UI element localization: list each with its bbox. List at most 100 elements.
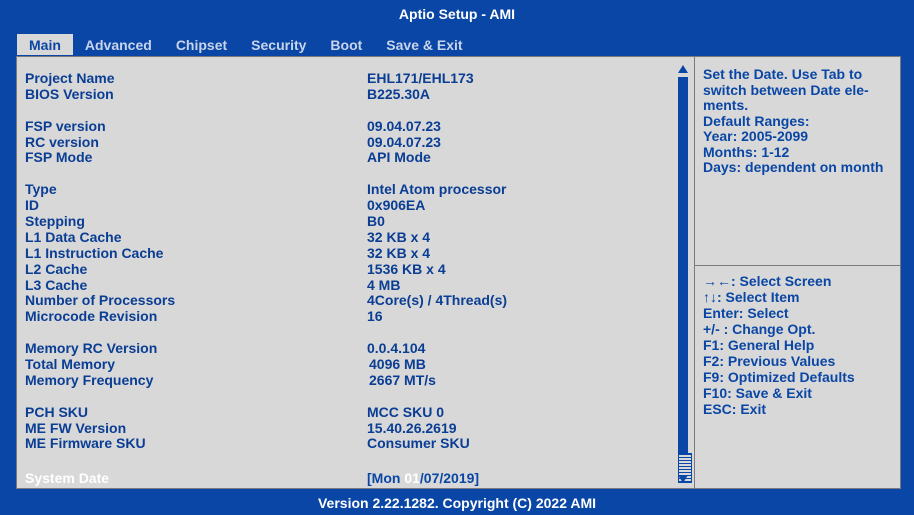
key-hint: F10: Save & Exit xyxy=(703,385,812,401)
info-row-project-name: Project Name EHL171/EHL173 xyxy=(25,71,675,87)
key-hint: F2: Previous Values xyxy=(703,353,836,369)
info-row-memory-rc-version: Memory RC Version 0.0.4.104 xyxy=(25,341,675,357)
scroll-up-arrow-icon[interactable] xyxy=(678,65,688,73)
info-label: Memory Frequency xyxy=(25,371,154,388)
key-hint: ↑↓: Select Item xyxy=(703,289,800,305)
key-hint: +/- : Change Opt. xyxy=(703,321,816,337)
main-panel: Project Name EHL171/EHL173 BIOS Version B2… xyxy=(16,56,901,489)
info-value: 4Core(s) / 4Thread(s) xyxy=(367,292,508,309)
info-label: Memory RC Version xyxy=(25,340,158,357)
system-date-label[interactable]: System Date xyxy=(25,470,109,486)
info-row-number-of-processors: Number of Processors 4Core(s) / 4Thread(s… xyxy=(25,293,675,309)
info-value: API Mode xyxy=(367,149,431,166)
info-row-fsp-mode: FSP Mode API Mode xyxy=(25,150,675,166)
info-label: FSP version xyxy=(25,117,106,134)
info-row-l1-data-cache: L1 Data Cache 32 KB x 4 xyxy=(25,228,675,246)
key-hint: F9: Optimized Defaults xyxy=(703,369,855,385)
info-label: ID xyxy=(25,197,39,214)
tab-chipset[interactable]: Chipset xyxy=(164,34,239,55)
info-value: 09.04.07.23 xyxy=(367,117,441,134)
tab-security[interactable]: Security xyxy=(239,34,318,55)
help-divider xyxy=(695,265,900,266)
scroll-down-arrow-icon[interactable] xyxy=(678,475,688,483)
info-label: L2 Cache xyxy=(25,260,88,277)
info-row-l2-cache: L2 Cache 1536 KB x 4 xyxy=(25,260,675,278)
info-label: L1 Instruction Cache xyxy=(25,244,164,261)
info-value: 0.0.4.104 xyxy=(367,340,426,357)
info-label: Total Memory xyxy=(25,356,115,373)
info-value: 32 KB x 4 xyxy=(367,244,431,261)
scrollbar[interactable] xyxy=(676,65,692,483)
info-label: FSP Mode xyxy=(25,149,93,166)
tab-boot[interactable]: Boot xyxy=(318,34,374,55)
help-pane: Set the Date. Use Tab to switch between … xyxy=(695,57,900,488)
info-value: Consumer SKU xyxy=(367,435,470,452)
info-row-me-firmware-sku: ME Firmware SKU Consumer SKU xyxy=(25,436,675,452)
info-label: L3 Cache xyxy=(25,276,88,293)
info-value: 16 xyxy=(367,308,383,325)
settings-list: Project Name EHL171/EHL173 BIOS Version B2… xyxy=(17,57,695,488)
scroll-track[interactable] xyxy=(678,77,692,483)
info-label: ME FW Version xyxy=(25,419,127,436)
info-value: 2667 MT/s xyxy=(369,371,436,388)
info-row-total-memory: Total Memory 4096 MB xyxy=(25,357,675,373)
info-value: 4096 MB xyxy=(369,356,426,373)
date-month-field[interactable]: 01 xyxy=(404,470,420,486)
tab-save-exit[interactable]: Save & Exit xyxy=(374,34,474,55)
item-help-text: Set the Date. Use Tab to switch between … xyxy=(703,66,899,176)
info-value: 4 MB xyxy=(367,276,401,293)
key-legend: →←: Select Screen ↑↓: Select Item Enter:… xyxy=(703,273,899,417)
menu-tabs: Main Advanced Chipset Security Boot Save… xyxy=(17,34,475,55)
key-hint: →←: Select Screen xyxy=(703,273,832,289)
info-value: 1536 KB x 4 xyxy=(367,260,446,277)
window-title: Aptio Setup - AMI xyxy=(398,6,516,22)
info-row-id: ID 0x906EA xyxy=(25,198,675,214)
info-label: L1 Data Cache xyxy=(25,228,122,245)
info-row-bios-version: BIOS Version B225.30A xyxy=(25,85,675,103)
help-line: Days: dependent on month xyxy=(703,159,884,175)
key-hint: ESC: Exit xyxy=(703,401,767,417)
info-value: 0x906EA xyxy=(367,197,426,214)
system-date-value[interactable]: [Mon 01/07/2019] xyxy=(367,470,479,486)
help-line: Months: 1-12 xyxy=(703,143,790,160)
info-row-memory-frequency: Memory Frequency 2667 MT/s xyxy=(25,371,675,389)
help-line: Year: 2005-2099 xyxy=(703,128,809,144)
tab-advanced[interactable]: Advanced xyxy=(73,34,164,55)
info-row-rc-version: RC version 09.04.07.23 xyxy=(25,133,675,151)
help-line: Default Ranges: xyxy=(703,112,810,129)
system-date-row[interactable]: System Date [Mon 01/07/2019] xyxy=(17,468,694,487)
key-hint: F1: General Help xyxy=(703,337,815,353)
help-line: Set the Date. Use Tab to switch between … xyxy=(703,66,869,113)
version-footer: Version 2.22.1282. Copyright (C) 2022 AM… xyxy=(317,495,597,511)
key-hint: Enter: Select xyxy=(703,305,789,321)
info-value: B225.30A xyxy=(367,85,431,102)
info-label: PCH SKU xyxy=(25,403,89,420)
info-row-microcode-revision: Microcode Revision 16 xyxy=(25,309,675,325)
date-suffix: /07/2019] xyxy=(419,470,480,486)
info-label: Project Name xyxy=(25,70,115,86)
date-prefix: [Mon xyxy=(367,470,405,486)
info-value: 32 KB x 4 xyxy=(367,228,431,245)
info-row-me-fw-version: ME FW Version 15.40.26.2619 xyxy=(25,419,675,437)
info-row-l1-instruction-cache: L1 Instruction Cache 32 KB x 4 xyxy=(25,244,675,262)
info-label: ME Firmware SKU xyxy=(25,435,146,452)
info-value: MCC SKU 0 xyxy=(367,403,445,420)
info-label: Stepping xyxy=(25,213,85,230)
info-value: B0 xyxy=(367,213,385,230)
info-value: 09.04.07.23 xyxy=(367,133,441,150)
info-row-l3-cache: L3 Cache 4 MB xyxy=(25,276,675,294)
info-label: Microcode Revision xyxy=(25,308,158,325)
info-value: EHL171/EHL173 xyxy=(367,70,474,86)
tab-main[interactable]: Main xyxy=(17,34,73,55)
info-label: RC version xyxy=(25,133,99,150)
info-label: Type xyxy=(25,181,57,198)
info-label: Number of Processors xyxy=(25,292,176,309)
info-row-stepping: Stepping B0 xyxy=(25,214,675,230)
info-value: 15.40.26.2619 xyxy=(367,419,457,436)
info-row-type: Type Intel Atom processor xyxy=(25,182,675,198)
info-value: Intel Atom processor xyxy=(367,181,507,198)
